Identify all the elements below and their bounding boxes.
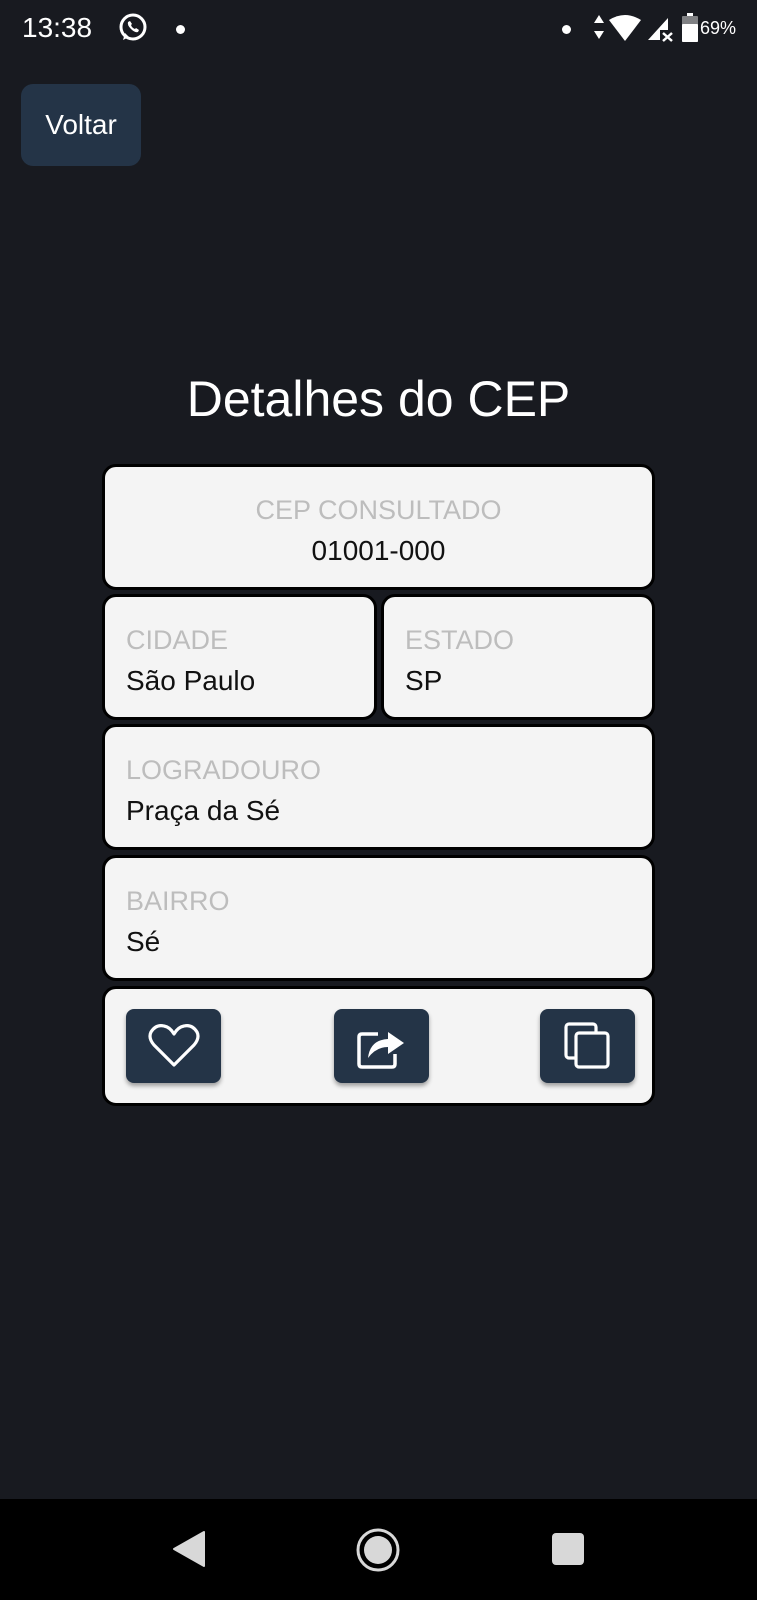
- cidade-card: CIDADE São Paulo: [102, 594, 377, 720]
- battery-icon: [682, 13, 698, 42]
- logradouro-card: LOGRADOURO Praça da Sé: [102, 724, 655, 850]
- share-button[interactable]: [334, 1009, 429, 1083]
- actions-card: [102, 986, 655, 1106]
- back-button[interactable]: Voltar: [21, 84, 141, 166]
- logradouro-value: Praça da Sé: [126, 795, 281, 826]
- cep-card: CEP CONSULTADO 01001-000: [102, 464, 655, 590]
- notification-dot-icon: [176, 25, 185, 34]
- signal-icon: [648, 18, 673, 42]
- screen: 13:38 69% Voltar Detalhes do CEP CEP CON…: [0, 0, 757, 1600]
- heart-icon: [147, 1024, 200, 1067]
- nav-recents-icon[interactable]: [552, 1533, 584, 1565]
- nav-back-icon[interactable]: [170, 1529, 206, 1569]
- wifi-icon: [609, 15, 641, 41]
- copy-icon: [563, 1022, 610, 1069]
- whatsapp-icon: [119, 13, 147, 41]
- nav-home-icon[interactable]: [355, 1527, 401, 1573]
- page-title: Detalhes do CEP: [186, 371, 571, 427]
- cidade-label: CIDADE: [126, 625, 229, 655]
- bairro-label: BAIRRO: [126, 886, 230, 916]
- favorite-button[interactable]: [126, 1009, 221, 1083]
- cidade-value: São Paulo: [126, 665, 256, 696]
- cep-label: CEP CONSULTADO: [255, 495, 502, 525]
- estado-label: ESTADO: [405, 625, 515, 655]
- logradouro-label: LOGRADOURO: [126, 755, 322, 785]
- estado-value: SP: [405, 665, 443, 696]
- bairro-value: Sé: [126, 926, 161, 957]
- navigation-bar: [0, 1499, 757, 1600]
- status-bar: 13:38 69%: [0, 0, 757, 60]
- share-icon: [356, 1032, 404, 1069]
- notification-dot-icon: [562, 25, 571, 34]
- cep-value: 01001-000: [311, 535, 446, 566]
- estado-card: ESTADO SP: [381, 594, 655, 720]
- bairro-card: BAIRRO Sé: [102, 855, 655, 981]
- copy-button[interactable]: [540, 1009, 635, 1083]
- status-time: 13:38: [22, 12, 93, 43]
- battery-percentage: 69%: [700, 18, 737, 38]
- data-arrows-icon: [594, 15, 604, 39]
